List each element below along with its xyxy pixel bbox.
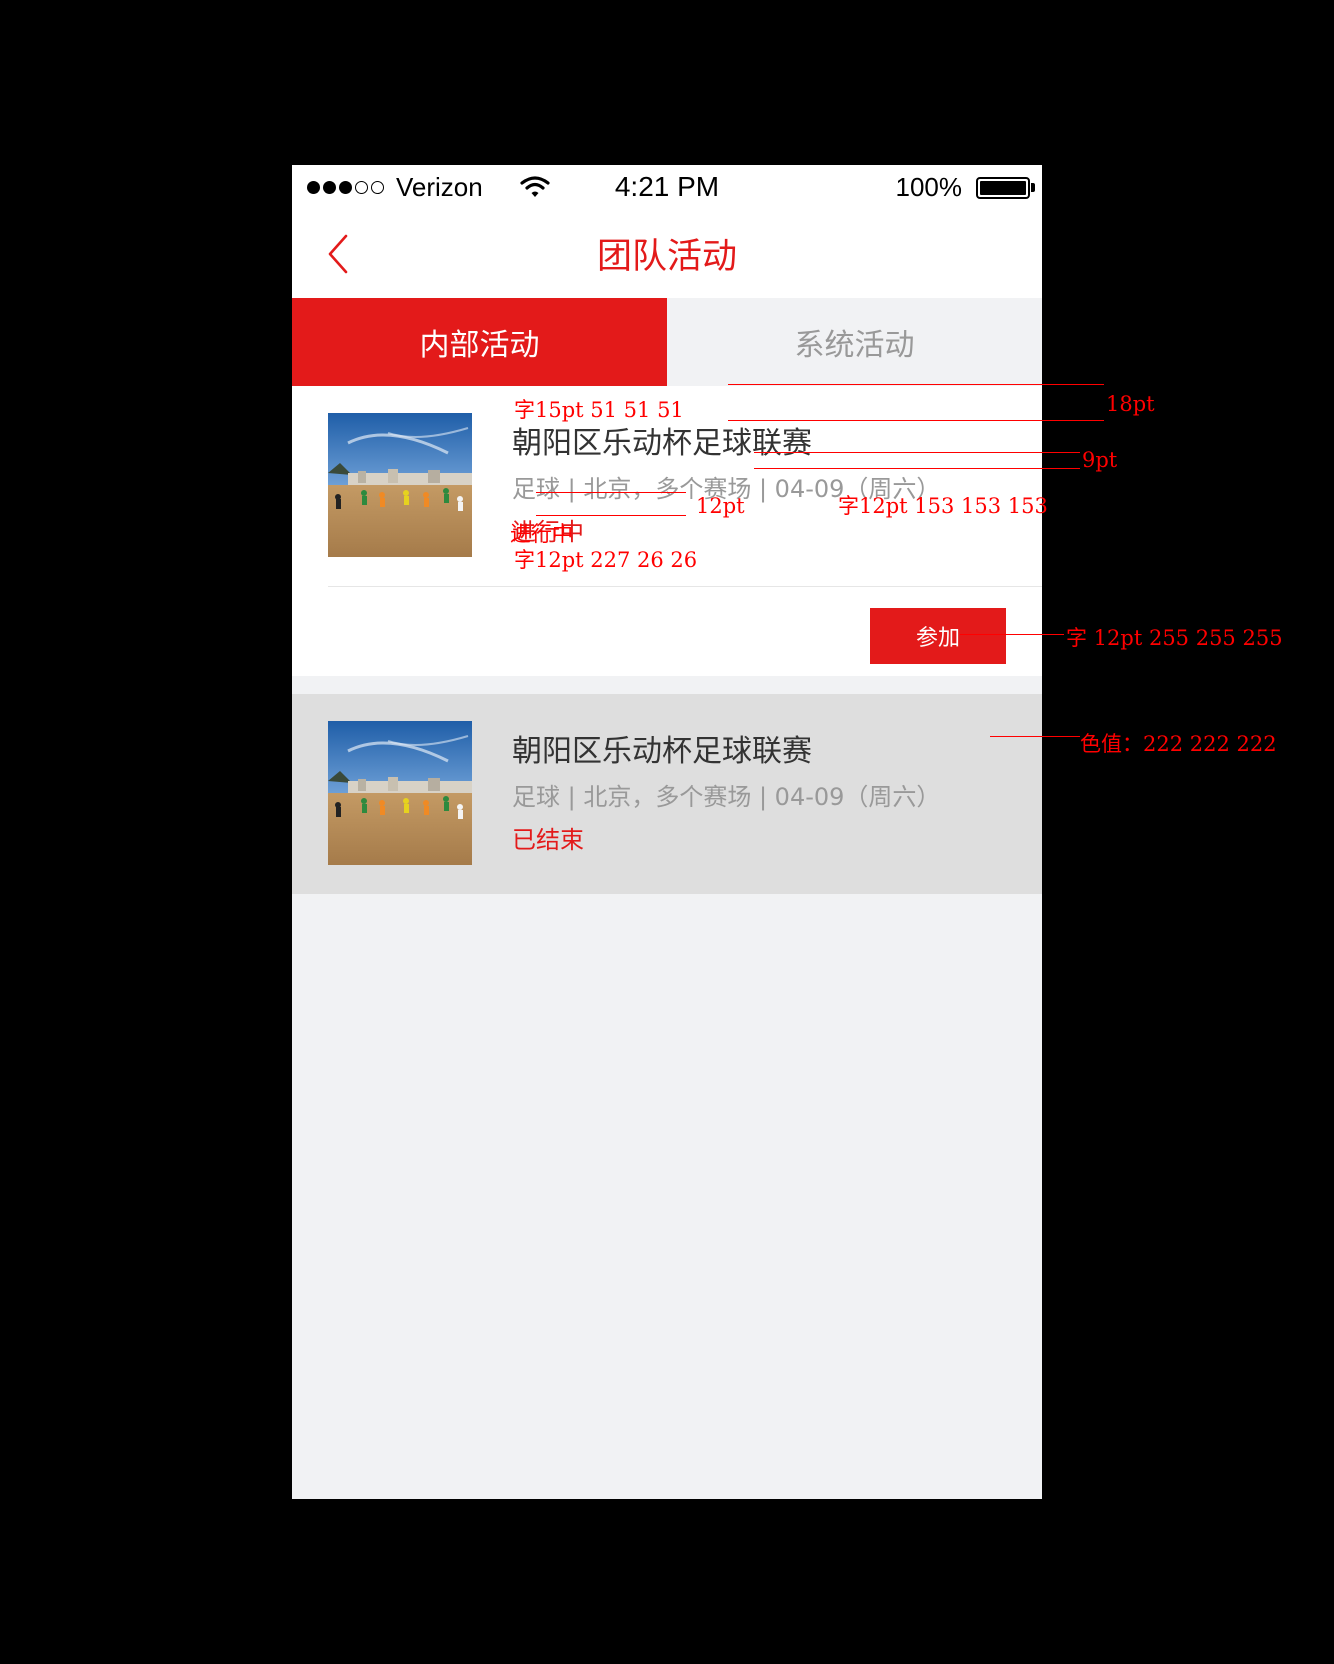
annotation-gap-mid: 9pt (1082, 448, 1118, 472)
annotation-line (728, 420, 1104, 421)
nav-bar: 团队活动 (292, 210, 1042, 298)
battery-percentage: 100% (895, 172, 963, 202)
activity-title: 朝阳区乐动杯足球联赛 (512, 426, 812, 461)
battery-tip (1031, 183, 1035, 192)
battery-icon (976, 177, 1030, 199)
tab-bar: 内部活动 系统活动 (292, 298, 1042, 386)
activity-card-ended[interactable]: 朝阳区乐动杯足球联赛 足球 | 北京，多个赛场 | 04-09（周六） 已结束 (292, 694, 1042, 894)
annotation-button-font: 字 12pt 255 255 255 (1066, 626, 1283, 650)
annotation-line (960, 634, 1064, 635)
annotation-gap-top: 18pt (1106, 392, 1155, 416)
annotation-gap-sub: 12pt (696, 494, 745, 518)
annotation-bg-color: 色值：222 222 222 (1080, 732, 1277, 756)
phone-screen: Verizon 4:21 PM 100% 团队活动 内部活动 系统活动 朝阳区乐… (292, 165, 1042, 1499)
annotation-line (754, 468, 1080, 469)
activity-subtitle: 足球 | 北京，多个赛场 | 04-09（周六） (512, 783, 941, 811)
tab-internal-activities[interactable]: 内部活动 (292, 298, 667, 386)
join-button[interactable]: 参加 (870, 608, 1006, 664)
annotation-line (754, 452, 1080, 453)
card-divider (328, 586, 1042, 587)
activity-thumbnail (328, 413, 472, 557)
page-title: 团队活动 (596, 237, 737, 277)
annotation-status-font: 字12pt 227 26 26 (514, 548, 698, 572)
annotation-line (990, 736, 1080, 737)
annotation-sub-font: 字12pt 153 153 153 (838, 494, 1048, 518)
tab-system-activities[interactable]: 系统活动 (667, 298, 1042, 386)
annotation-line (536, 515, 686, 516)
activity-title: 朝阳区乐动杯足球联赛 (512, 734, 812, 769)
annotation-line (536, 492, 686, 493)
activity-thumbnail (328, 721, 472, 865)
annotation-title-font: 字15pt 51 51 51 (514, 398, 684, 422)
activity-status: 已结束 (512, 826, 584, 854)
annotation-line (728, 384, 1104, 385)
activity-card-ongoing[interactable]: 朝阳区乐动杯足球联赛 足球 | 北京，多个赛场 | 04-09（周六） 进行中 … (292, 386, 1042, 676)
status-bar: Verizon 4:21 PM 100% (292, 165, 1042, 210)
